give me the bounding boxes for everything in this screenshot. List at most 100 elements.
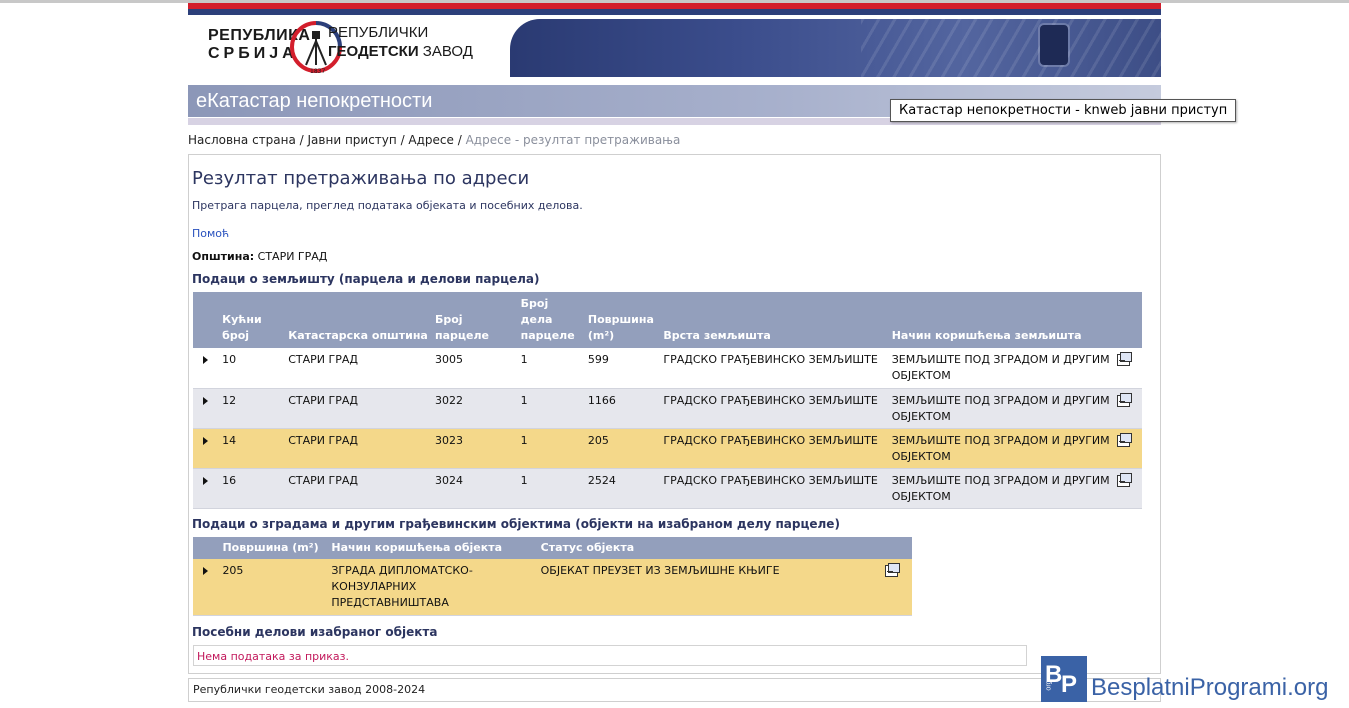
content-panel: Резултат претраживања по адреси Претрага…	[188, 154, 1161, 674]
header-area: Површина (m²)	[587, 292, 664, 348]
page-title: Резултат претраживања по адреси	[192, 168, 530, 189]
cell-land-type: ГРАДСКО ГРАЂЕВИНСКО ЗЕМЉИШТЕ	[663, 468, 892, 509]
details-icon[interactable]	[1117, 352, 1133, 366]
land-table: Кућни број Катастарска општина Број парц…	[193, 292, 1142, 509]
watermark-logo-icon: B P org	[1041, 656, 1087, 702]
breadcrumb-separator: /	[453, 133, 466, 147]
logo-right-line1: РЕПУБЛИЧКИ	[328, 24, 429, 41]
cell-area: 599	[587, 348, 664, 389]
cell-cadastral-municipality: СТАРИ ГРАД	[288, 428, 435, 469]
expand-cell[interactable]	[193, 348, 223, 389]
cell-land-type: ГРАДСКО ГРАЂЕВИНСКО ЗЕМЉИШТЕ	[663, 428, 892, 469]
expand-cell[interactable]	[193, 428, 223, 469]
header-building-status: Статус објекта	[540, 537, 886, 559]
watermark-logo-org: org	[1045, 680, 1053, 691]
expand-arrow-icon[interactable]	[203, 567, 208, 575]
cell-parcel-number: 3023	[434, 428, 521, 469]
breadcrumb-separator: /	[295, 133, 308, 147]
expand-column-header	[193, 537, 223, 559]
cell-parcel-number: 3024	[434, 468, 521, 509]
parts-section-heading: Посебни делови изабраног објекта	[192, 625, 438, 639]
svg-text:1837: 1837	[310, 68, 325, 75]
cell-building-use: ЗГРАДА ДИПЛОМАТСКО-КОНЗУЛАРНИХ ПРЕДСТАВН…	[331, 559, 541, 616]
cell-area: 2524	[587, 468, 664, 509]
expand-cell[interactable]	[193, 468, 223, 509]
header-house-number: Кућни број	[222, 292, 289, 348]
cell-house-number: 12	[222, 388, 289, 429]
expand-arrow-icon[interactable]	[203, 476, 208, 485]
app-title: еКатастар непокретности	[196, 90, 433, 112]
expand-column-header	[193, 292, 223, 348]
cell-cadastral-municipality: СТАРИ ГРАД	[288, 468, 435, 509]
cell-parcel-number: 3005	[434, 348, 521, 389]
municipality-value: СТАРИ ГРАД	[257, 250, 328, 263]
logo-right-line2b: ЗАВОД	[422, 43, 473, 60]
details-icon[interactable]	[1117, 392, 1133, 407]
breadcrumb-public-access[interactable]: Јавни приступ	[308, 133, 397, 147]
help-link[interactable]: Помоћ	[192, 227, 229, 240]
expand-arrow-icon[interactable]	[203, 396, 208, 405]
expand-cell[interactable]	[193, 559, 223, 616]
header-parcel-number: Број парцеле	[434, 292, 521, 348]
cell-land-use: ЗЕМЉИШТЕ ПОД ЗГРАДОМ И ДРУГИМ ОБЈЕКТОМ	[891, 388, 1118, 429]
watermark-text: BesplatniProgrami.org	[1091, 674, 1329, 701]
expand-arrow-icon[interactable]	[203, 436, 208, 445]
land-table-row[interactable]: 14 СТАРИ ГРАД 3023 1 205 ГРАДСКО ГРАЂЕВИНСКО …	[193, 428, 1142, 469]
cell-land-use: ЗЕМЉИШТЕ ПОД ЗГРАДОМ И ДРУГИМ ОБЈЕКТОМ	[891, 468, 1118, 509]
land-table-row[interactable]: 16 СТАРИ ГРАД 3024 1 2524 ГРАДСКО ГРАЂЕВИНСКО…	[193, 468, 1142, 509]
cell-land-type: ГРАДСКО ГРАЂЕВИНСКО ЗЕМЉИШТЕ	[663, 388, 892, 429]
header-land-type: Врста земљишта	[663, 292, 892, 348]
breadcrumb-home[interactable]: Насловна страна	[188, 133, 296, 147]
details-cell[interactable]	[885, 559, 912, 616]
cell-land-use: ЗЕМЉИШТЕ ПОД ЗГРАДОМ И ДРУГИМ ОБЈЕКТОМ	[891, 428, 1118, 469]
details-cell[interactable]	[1117, 348, 1142, 389]
details-icon[interactable]	[1117, 472, 1133, 487]
header-cadastral-municipality: Катастарска општина	[288, 292, 435, 348]
buildings-table-header: Површина (m²) Начин коришћења објекта Ст…	[193, 537, 912, 559]
municipality-label: Општина:	[192, 250, 255, 263]
logo-rgz-text: РЕПУБЛИЧКИ ГЕОДЕТСКИ ЗАВОД	[328, 23, 473, 61]
cell-area: 1166	[587, 388, 664, 429]
details-cell[interactable]	[1117, 468, 1142, 509]
cell-parcel-part-number: 1	[520, 468, 588, 509]
cell-house-number: 10	[222, 348, 289, 389]
details-icon[interactable]	[1117, 432, 1133, 447]
land-table-row[interactable]: 10 СТАРИ ГРАД 3005 1 599 ГРАДСКО ГРАЂЕВИНСКО …	[193, 348, 1142, 389]
details-cell[interactable]	[1117, 388, 1142, 429]
cell-building-status: ОБЈЕКАТ ПРЕУЗЕТ ИЗ ЗЕМЉИШНЕ КЊИГЕ	[540, 559, 886, 616]
cell-parcel-part-number: 1	[520, 388, 588, 429]
header-building-area: Површина (m²)	[222, 537, 332, 559]
breadcrumb-separator: /	[396, 133, 409, 147]
cell-cadastral-municipality: СТАРИ ГРАД	[288, 348, 435, 389]
expand-arrow-icon[interactable]	[203, 356, 208, 364]
banner-photo	[510, 19, 1161, 77]
cell-parcel-part-number: 1	[520, 348, 588, 389]
land-table-row[interactable]: 12 СТАРИ ГРАД 3022 1 1166 ГРАДСКО ГРАЂЕВИНСКО…	[193, 388, 1142, 429]
footer: Републички геодетски завод 2008-2024	[188, 678, 1161, 702]
buildings-section-heading: Подаци о зградама и другим грађевинским …	[192, 517, 840, 531]
details-column-header	[1117, 292, 1142, 348]
header-parcel-part-number: Број дела парцеле	[520, 292, 588, 348]
buildings-table: Површина (m²) Начин коришћења објекта Ст…	[193, 537, 912, 616]
header-land-use: Начин коришћења земљишта	[891, 292, 1118, 348]
breadcrumb: Насловна страна / Јавни приступ / Адресе…	[188, 133, 680, 147]
expand-cell[interactable]	[193, 388, 223, 429]
building-table-row[interactable]: 205 ЗГРАДА ДИПЛОМАТСКО-КОНЗУЛАРНИХ ПРЕДСТ…	[193, 559, 912, 616]
cell-parcel-number: 3022	[434, 388, 521, 429]
cell-land-type: ГРАДСКО ГРАЂЕВИНСКО ЗЕМЉИШТЕ	[663, 348, 892, 389]
municipality: Општина: СТАРИ ГРАД	[192, 250, 327, 263]
cell-cadastral-municipality: СТАРИ ГРАД	[288, 388, 435, 429]
cell-house-number: 16	[222, 468, 289, 509]
cell-house-number: 14	[222, 428, 289, 469]
breadcrumb-addresses[interactable]: Адресе	[408, 133, 454, 147]
cell-area: 205	[587, 428, 664, 469]
cell-land-use: ЗЕМЉИШТЕ ПОД ЗГРАДОМ И ДРУГИМ ОБЈЕКТОМ	[891, 348, 1118, 389]
details-cell[interactable]	[1117, 428, 1142, 469]
tooltip: Катастар непокретности - knweb јавни при…	[890, 99, 1237, 122]
header-banner: РЕПУБЛИКА СРБИЈА 1837 РЕПУБЛИЧКИ ГЕОДЕТС…	[188, 3, 1161, 77]
details-icon[interactable]	[885, 563, 901, 577]
land-section-heading: Подаци о земљишту (парцела и делови парц…	[192, 272, 540, 286]
header-building-use: Начин коришћења објекта	[331, 537, 541, 559]
cell-parcel-part-number: 1	[520, 428, 588, 469]
details-column-header	[885, 537, 912, 559]
